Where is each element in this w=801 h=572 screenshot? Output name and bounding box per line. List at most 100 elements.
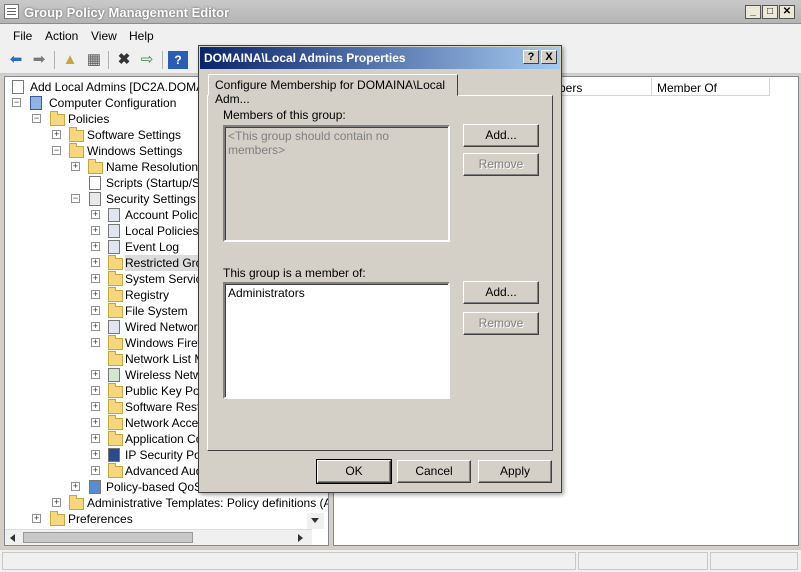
expand-icon[interactable]: +	[91, 274, 100, 283]
gpo-icon	[12, 80, 24, 94]
folder-lock-icon	[108, 271, 123, 286]
expand-icon[interactable]: +	[32, 514, 41, 523]
memberof-remove-button[interactable]: Remove	[463, 312, 539, 335]
chevron-down-icon	[311, 518, 319, 523]
folder-icon	[69, 143, 84, 158]
tab-configure-membership[interactable]: Configure Membership for DOMAINA\Local A…	[208, 74, 458, 106]
column-header-member-of[interactable]: Member Of	[652, 78, 770, 96]
folder-icon	[108, 463, 123, 478]
members-label: Members of this group:	[223, 108, 346, 122]
toolbar-separator	[162, 51, 163, 69]
computer-icon	[30, 96, 42, 110]
apply-button[interactable]: Apply	[478, 460, 552, 483]
expand-icon[interactable]: +	[91, 290, 100, 299]
folder-icon	[108, 431, 123, 446]
window-title: Group Policy Management Editor	[24, 5, 230, 20]
folder-icon	[108, 351, 123, 366]
memberof-add-button[interactable]: Add...	[463, 281, 539, 304]
close-icon[interactable]: ✕	[779, 5, 795, 19]
menu-view[interactable]: View	[91, 29, 117, 43]
expand-icon[interactable]: +	[91, 338, 100, 347]
menu-action[interactable]: Action	[45, 29, 78, 43]
back-arrow-icon[interactable]: ⬅	[6, 51, 26, 69]
expand-icon[interactable]: +	[91, 466, 100, 475]
cancel-button[interactable]: Cancel	[397, 460, 471, 483]
status-segment	[710, 552, 798, 570]
menu-file[interactable]: File	[13, 29, 32, 43]
collapse-icon[interactable]: −	[71, 194, 80, 203]
expand-icon[interactable]: +	[91, 242, 100, 251]
maximize-icon[interactable]: □	[762, 5, 778, 19]
policy-icon	[108, 208, 120, 222]
menu-help[interactable]: Help	[129, 29, 154, 43]
toolbar-separator	[108, 51, 109, 69]
wireless-icon	[108, 368, 120, 382]
help-icon[interactable]: ?	[168, 51, 188, 69]
collapse-icon[interactable]: −	[32, 114, 41, 123]
expand-icon[interactable]: +	[91, 322, 100, 331]
members-remove-button[interactable]: Remove	[463, 153, 539, 176]
expand-icon[interactable]: +	[52, 498, 61, 507]
expand-icon[interactable]: +	[91, 226, 100, 235]
expand-icon[interactable]: +	[91, 434, 100, 443]
export-list-icon[interactable]: ⇨	[137, 51, 157, 69]
tree-scroll-down-button[interactable]	[307, 513, 324, 529]
help-icon[interactable]: ?	[523, 50, 539, 64]
expand-icon[interactable]: +	[71, 482, 80, 491]
folder-lock-icon	[108, 303, 123, 318]
properties-dialog[interactable]: DOMAINA\Local Admins Properties ? X Conf…	[198, 45, 562, 493]
expand-icon[interactable]: +	[91, 306, 100, 315]
list-item[interactable]: Administrators	[228, 286, 445, 300]
expand-icon[interactable]: +	[91, 418, 100, 427]
memberof-label: This group is a member of:	[223, 266, 366, 280]
scroll-thumb[interactable]	[23, 532, 193, 543]
expand-icon[interactable]: +	[91, 370, 100, 379]
folder-icon	[69, 495, 84, 510]
minimize-icon[interactable]: _	[745, 5, 761, 19]
up-folder-icon[interactable]: ▲	[60, 51, 80, 69]
delete-icon[interactable]: ✖	[114, 51, 134, 69]
security-icon	[89, 192, 101, 206]
qos-chart-icon	[89, 480, 101, 494]
tree-horizontal-scrollbar[interactable]	[5, 529, 312, 545]
app-icon	[4, 4, 19, 19]
folder-icon	[69, 127, 84, 142]
folder-icon	[108, 335, 123, 350]
folder-icon	[108, 415, 123, 430]
policy-icon	[108, 224, 120, 238]
main-title-bar[interactable]: Group Policy Management Editor _ □ ✕	[0, 0, 801, 24]
expand-icon[interactable]: +	[91, 258, 100, 267]
close-icon[interactable]: X	[541, 50, 557, 64]
column-header-members[interactable]: bers	[554, 78, 652, 96]
expand-icon[interactable]: +	[91, 402, 100, 411]
members-list[interactable]: <This group should contain no members>	[223, 125, 450, 242]
folder-icon	[108, 399, 123, 414]
collapse-icon[interactable]: −	[52, 146, 61, 155]
status-bar	[0, 549, 801, 572]
folder-icon	[50, 111, 65, 126]
folder-icon	[50, 511, 65, 526]
memberof-list[interactable]: Administrators	[223, 282, 450, 399]
members-empty-text: <This group should contain no members>	[228, 129, 390, 157]
expand-icon[interactable]: +	[71, 162, 80, 171]
expand-icon[interactable]: +	[91, 450, 100, 459]
ip-security-icon	[108, 448, 120, 462]
folder-lock-icon	[108, 287, 123, 302]
chevron-right-icon[interactable]	[298, 534, 303, 542]
collapse-icon[interactable]: −	[12, 98, 21, 107]
dialog-title-bar[interactable]: DOMAINA\Local Admins Properties ? X	[200, 47, 560, 69]
toolbar-separator	[54, 51, 55, 69]
show-hide-tree-icon[interactable]: ▦	[84, 51, 104, 69]
folder-icon	[108, 383, 123, 398]
ok-button[interactable]: OK	[316, 459, 392, 484]
expand-icon[interactable]: +	[91, 210, 100, 219]
network-icon	[108, 320, 120, 334]
folder-icon	[88, 159, 103, 174]
expand-icon[interactable]: +	[91, 386, 100, 395]
members-add-button[interactable]: Add...	[463, 124, 539, 147]
forward-arrow-icon[interactable]: ➡	[29, 51, 49, 69]
chevron-left-icon[interactable]	[10, 534, 15, 542]
script-icon	[89, 176, 101, 190]
menu-bar: File Action View Help	[0, 24, 801, 46]
expand-icon[interactable]: +	[52, 130, 61, 139]
